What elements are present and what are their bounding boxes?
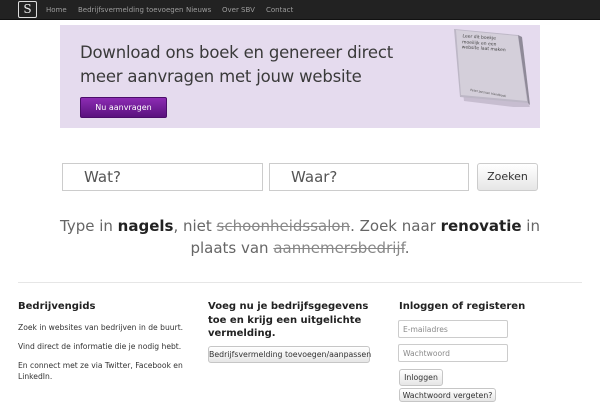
nav-over-sbv[interactable]: Over SBV <box>222 0 255 20</box>
hint-text-5: . <box>404 239 410 257</box>
banner-headline-line-2: meer aanvragen met jouw website <box>80 67 362 86</box>
login-title: Inloggen of registeren <box>399 301 526 312</box>
add-listing-button[interactable]: Bedrijfsvermelding toevoegen/aanpassen <box>208 346 371 363</box>
where-search-input[interactable] <box>269 163 469 191</box>
bedrijvengids-line-1: Zoek in websites van bedrijven in de buu… <box>18 323 184 332</box>
section-divider <box>18 282 582 283</box>
nav-nieuws[interactable]: Nieuws <box>186 0 211 20</box>
nav-contact[interactable]: Contact <box>266 0 293 20</box>
search-hint: Type in nagels, niet schoonheidssalon. Z… <box>50 215 550 259</box>
hint-term-renovatie: renovatie <box>440 217 522 235</box>
request-book-button[interactable]: Nu aanvragen <box>80 97 167 118</box>
add-listing-title: Voeg nu je bedrijfsgegevens toe en krijg… <box>208 301 369 339</box>
what-search-input[interactable] <box>62 163 263 191</box>
site-logo-icon[interactable]: S <box>18 1 37 18</box>
hint-text-1: Type in <box>60 217 118 235</box>
book-title: Leer dit boekje moeilijk en een website … <box>461 34 506 54</box>
nav-home[interactable]: Home <box>46 0 67 20</box>
email-field[interactable] <box>398 320 508 338</box>
nav-bedrijfsvermelding-toevoegen[interactable]: Bedrijfsvermelding toevoegen <box>78 0 183 20</box>
hint-term-nagels: nagels <box>117 217 174 235</box>
bedrijvengids-line-2: Vind direct de informatie die je nodig h… <box>18 342 182 351</box>
login-button[interactable]: Inloggen <box>399 369 443 386</box>
search-button[interactable]: Zoeken <box>477 163 538 191</box>
book-cover-image: Leer dit boekje moeilijk en een website … <box>448 29 530 109</box>
banner-headline-line-1: Download ons boek en genereer direct <box>80 43 393 62</box>
login-section: Inloggen of registeren <box>399 300 579 314</box>
bedrijvengids-title: Bedrijvengids <box>18 301 96 312</box>
hint-text-2: , niet <box>173 217 217 235</box>
banner-headline: Download ons boek en genereer direct mee… <box>80 41 400 89</box>
bedrijvengids-section: Bedrijvengids Zoek in websites van bedri… <box>18 300 188 382</box>
hint-text-3: . Zoek naar <box>350 217 441 235</box>
hint-strike-schoonheidssalon: schoonheidssalon <box>216 217 351 235</box>
top-navbar: S Home Bedrijfsvermelding toevoegen Nieu… <box>0 0 600 20</box>
password-field[interactable] <box>398 344 508 362</box>
book-promo-banner: Download ons boek en genereer direct mee… <box>60 25 540 128</box>
bedrijvengids-line-3: En connect met ze via Twitter, Facebook … <box>18 361 183 381</box>
hint-strike-aannemersbedrijf: aannemersbedrijf <box>273 239 405 257</box>
add-listing-section: Voeg nu je bedrijfsgegevens toe en krijg… <box>208 300 384 341</box>
